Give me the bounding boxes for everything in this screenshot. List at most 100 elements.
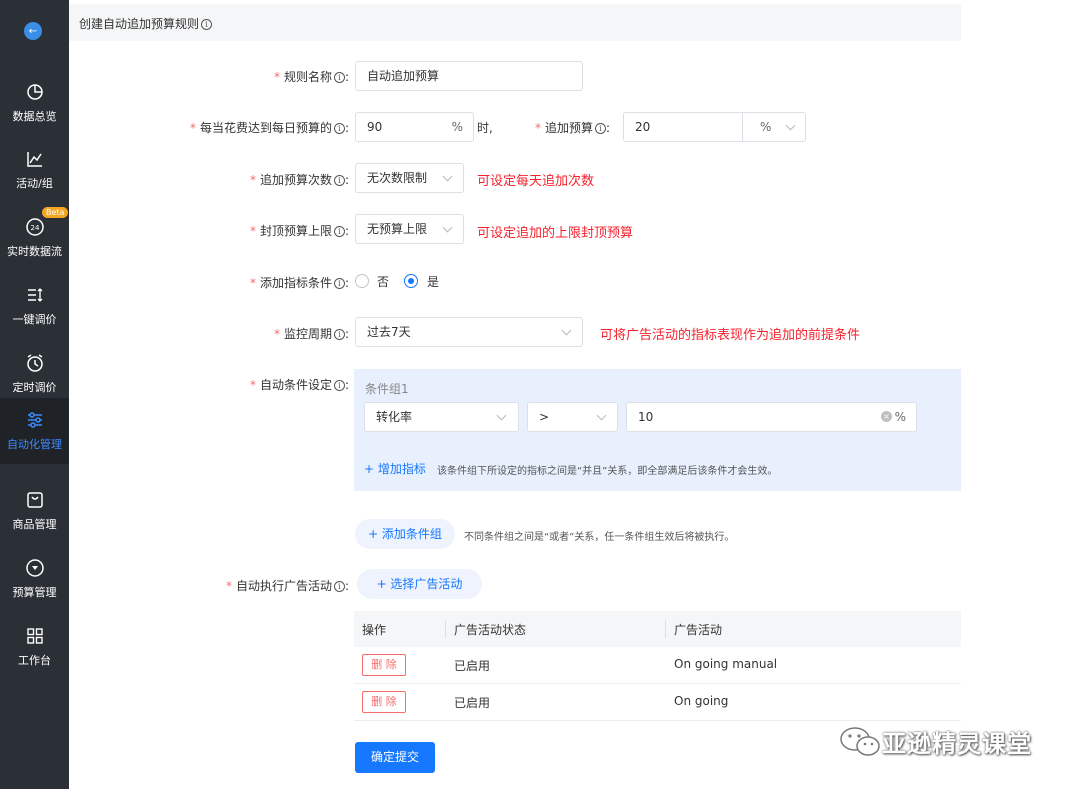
- sliders-icon: [27, 412, 42, 428]
- cap-note: 可设定追加的上限封顶预算: [477, 226, 634, 241]
- submit-button[interactable]: 确定提交: [355, 742, 435, 773]
- campaign-cell: On going: [674, 694, 729, 708]
- add-condition-group-button[interactable]: + 添加条件组: [355, 519, 455, 549]
- sidebar-item-workbench[interactable]: 工作台: [0, 614, 69, 680]
- spend-suffix: 时,: [477, 121, 493, 135]
- spend-ratio-input[interactable]: 90 %: [355, 112, 474, 142]
- clear-icon[interactable]: ×: [881, 411, 892, 422]
- add-metric-label: * 添加指标条件 i:: [249, 276, 349, 290]
- sidebar-item-label: 商品管理: [12, 518, 57, 531]
- chevron-down-icon: [442, 222, 453, 233]
- info-icon[interactable]: i: [595, 123, 607, 134]
- sidebar-item-label: 工作台: [18, 654, 51, 667]
- col-header: 操作: [362, 623, 387, 637]
- period-label: * 监控周期 i:: [273, 327, 349, 341]
- sidebar-item-overview[interactable]: 数据总览: [0, 70, 69, 136]
- info-icon[interactable]: i: [333, 329, 345, 340]
- sidebar: ← 数据总览 活动/组 24 Beta 实时数据流 一键调价 定时调价 自动化管…: [0, 0, 69, 789]
- right-blank: [961, 0, 1080, 789]
- sidebar-item-realtime[interactable]: 24 Beta 实时数据流: [0, 205, 69, 271]
- sidebar-item-budget[interactable]: 预算管理: [0, 546, 69, 612]
- percent-unit: %: [894, 410, 906, 424]
- rule-name-input[interactable]: 自动追加预算: [355, 61, 583, 91]
- radio-no[interactable]: [355, 274, 369, 288]
- threshold-input[interactable]: 10 × %: [626, 402, 917, 432]
- sidebar-item-label: 实时数据流: [7, 245, 62, 258]
- chevron-down-icon: [785, 120, 796, 131]
- rule-name-label: * 规则名称 i:: [273, 70, 349, 84]
- col-header: 广告活动状态: [454, 623, 527, 637]
- column-divider: [445, 620, 446, 638]
- select-campaign-button[interactable]: + 选择广告活动: [357, 569, 482, 599]
- line-chart-icon: [26, 152, 42, 167]
- add-budget-label: * 追加预算 i:: [535, 121, 611, 135]
- delete-button[interactable]: 删 除: [362, 691, 406, 713]
- unit-select[interactable]: %: [760, 113, 771, 141]
- cap-label: * 封顶预算上限 i:: [249, 224, 349, 238]
- condition-group: 条件组1 转化率 > 10 × % + 增加指标 该条件组下所设定的指标之间是“…: [354, 369, 961, 491]
- add-times-select[interactable]: 无次数限制: [355, 163, 464, 193]
- sidebar-item-label: 定时调价: [12, 381, 57, 394]
- add-metric-link[interactable]: + 增加指标: [364, 460, 426, 477]
- info-icon[interactable]: i: [333, 72, 345, 83]
- add-times-label: * 追加预算次数 i:: [249, 173, 349, 187]
- chevron-down-icon: [596, 410, 607, 421]
- period-note: 可将广告活动的指标表现作为追加的前提条件: [600, 328, 861, 343]
- info-icon[interactable]: i: [333, 175, 345, 186]
- radio-yes[interactable]: [404, 274, 418, 288]
- wechat-icon: [840, 726, 880, 756]
- product-box-icon: [26, 492, 43, 508]
- sidebar-item-label: 一键调价: [12, 313, 57, 326]
- chevron-down-icon: [496, 410, 507, 421]
- condition-group-title: 条件组1: [365, 382, 409, 396]
- campaign-cell: On going manual: [674, 657, 778, 671]
- status-cell: 已启用: [454, 659, 491, 673]
- watermark: 亚逊精灵课堂: [838, 724, 1032, 759]
- sidebar-item-automation[interactable]: 自动化管理: [0, 398, 69, 464]
- info-icon[interactable]: i: [333, 123, 345, 134]
- metric-select[interactable]: 转化率: [364, 402, 519, 432]
- beta-badge: Beta: [42, 207, 69, 218]
- sidebar-item-label: 自动化管理: [7, 438, 62, 451]
- sidebar-item-products[interactable]: 商品管理: [0, 478, 69, 544]
- cap-select[interactable]: 无预算上限: [355, 214, 464, 244]
- add-budget-input[interactable]: 20 %: [623, 112, 806, 142]
- alarm-clock-icon: [26, 354, 43, 372]
- table-row: 删 除 已启用 On going manual: [354, 647, 961, 684]
- sidebar-item-label: 活动/组: [16, 177, 53, 190]
- sidebar-item-campaigns[interactable]: 活动/组: [0, 137, 69, 203]
- info-icon[interactable]: i: [333, 380, 345, 391]
- add-times-note: 可设定每天追加次数: [477, 174, 595, 189]
- back-arrow-icon[interactable]: ←: [24, 22, 42, 40]
- column-divider: [665, 620, 666, 638]
- period-select[interactable]: 过去7天: [355, 317, 583, 347]
- sidebar-item-label: 数据总览: [12, 110, 57, 123]
- delete-button[interactable]: 删 除: [362, 654, 406, 676]
- info-icon[interactable]: i: [333, 278, 345, 289]
- col-header: 广告活动: [674, 623, 723, 637]
- sidebar-item-one-click-price[interactable]: 一键调价: [0, 273, 69, 339]
- campaigns-label: * 自动执行广告活动 i:: [225, 579, 349, 593]
- info-icon[interactable]: i: [333, 581, 345, 592]
- budget-coin-icon: [25, 559, 44, 577]
- radio-yes-label: 是: [427, 275, 440, 289]
- condition-group-hint: 该条件组下所设定的指标之间是“并且”关系，即全部满足后该条件才会生效。: [437, 466, 778, 477]
- page-header: 创建自动追加预算规则 i: [69, 4, 961, 41]
- info-icon[interactable]: i: [333, 226, 345, 237]
- svg-text:24: 24: [30, 224, 39, 232]
- percent-unit: %: [451, 120, 463, 134]
- page-title: 创建自动追加预算规则 i: [79, 15, 213, 32]
- sidebar-item-label: 预算管理: [12, 586, 57, 599]
- table-header: 操作 广告活动状态 广告活动: [354, 611, 961, 647]
- info-icon[interactable]: i: [201, 19, 213, 30]
- watermark-text: 亚逊精灵课堂: [882, 730, 1032, 758]
- table-row: 删 除 已启用 On going: [354, 684, 961, 721]
- operator-select[interactable]: >: [527, 402, 618, 432]
- spend-ratio-label: * 每当花费达到每日预算的 i:: [189, 121, 349, 135]
- grid-icon: [26, 628, 43, 644]
- pie-chart-icon: [26, 84, 43, 100]
- auto-cond-label: * 自动条件设定 i:: [249, 378, 349, 392]
- add-group-hint: 不同条件组之间是“或者”关系，任一条件组生效后将被执行。: [464, 532, 735, 543]
- chevron-down-icon: [442, 171, 453, 182]
- chevron-down-icon: [561, 325, 572, 336]
